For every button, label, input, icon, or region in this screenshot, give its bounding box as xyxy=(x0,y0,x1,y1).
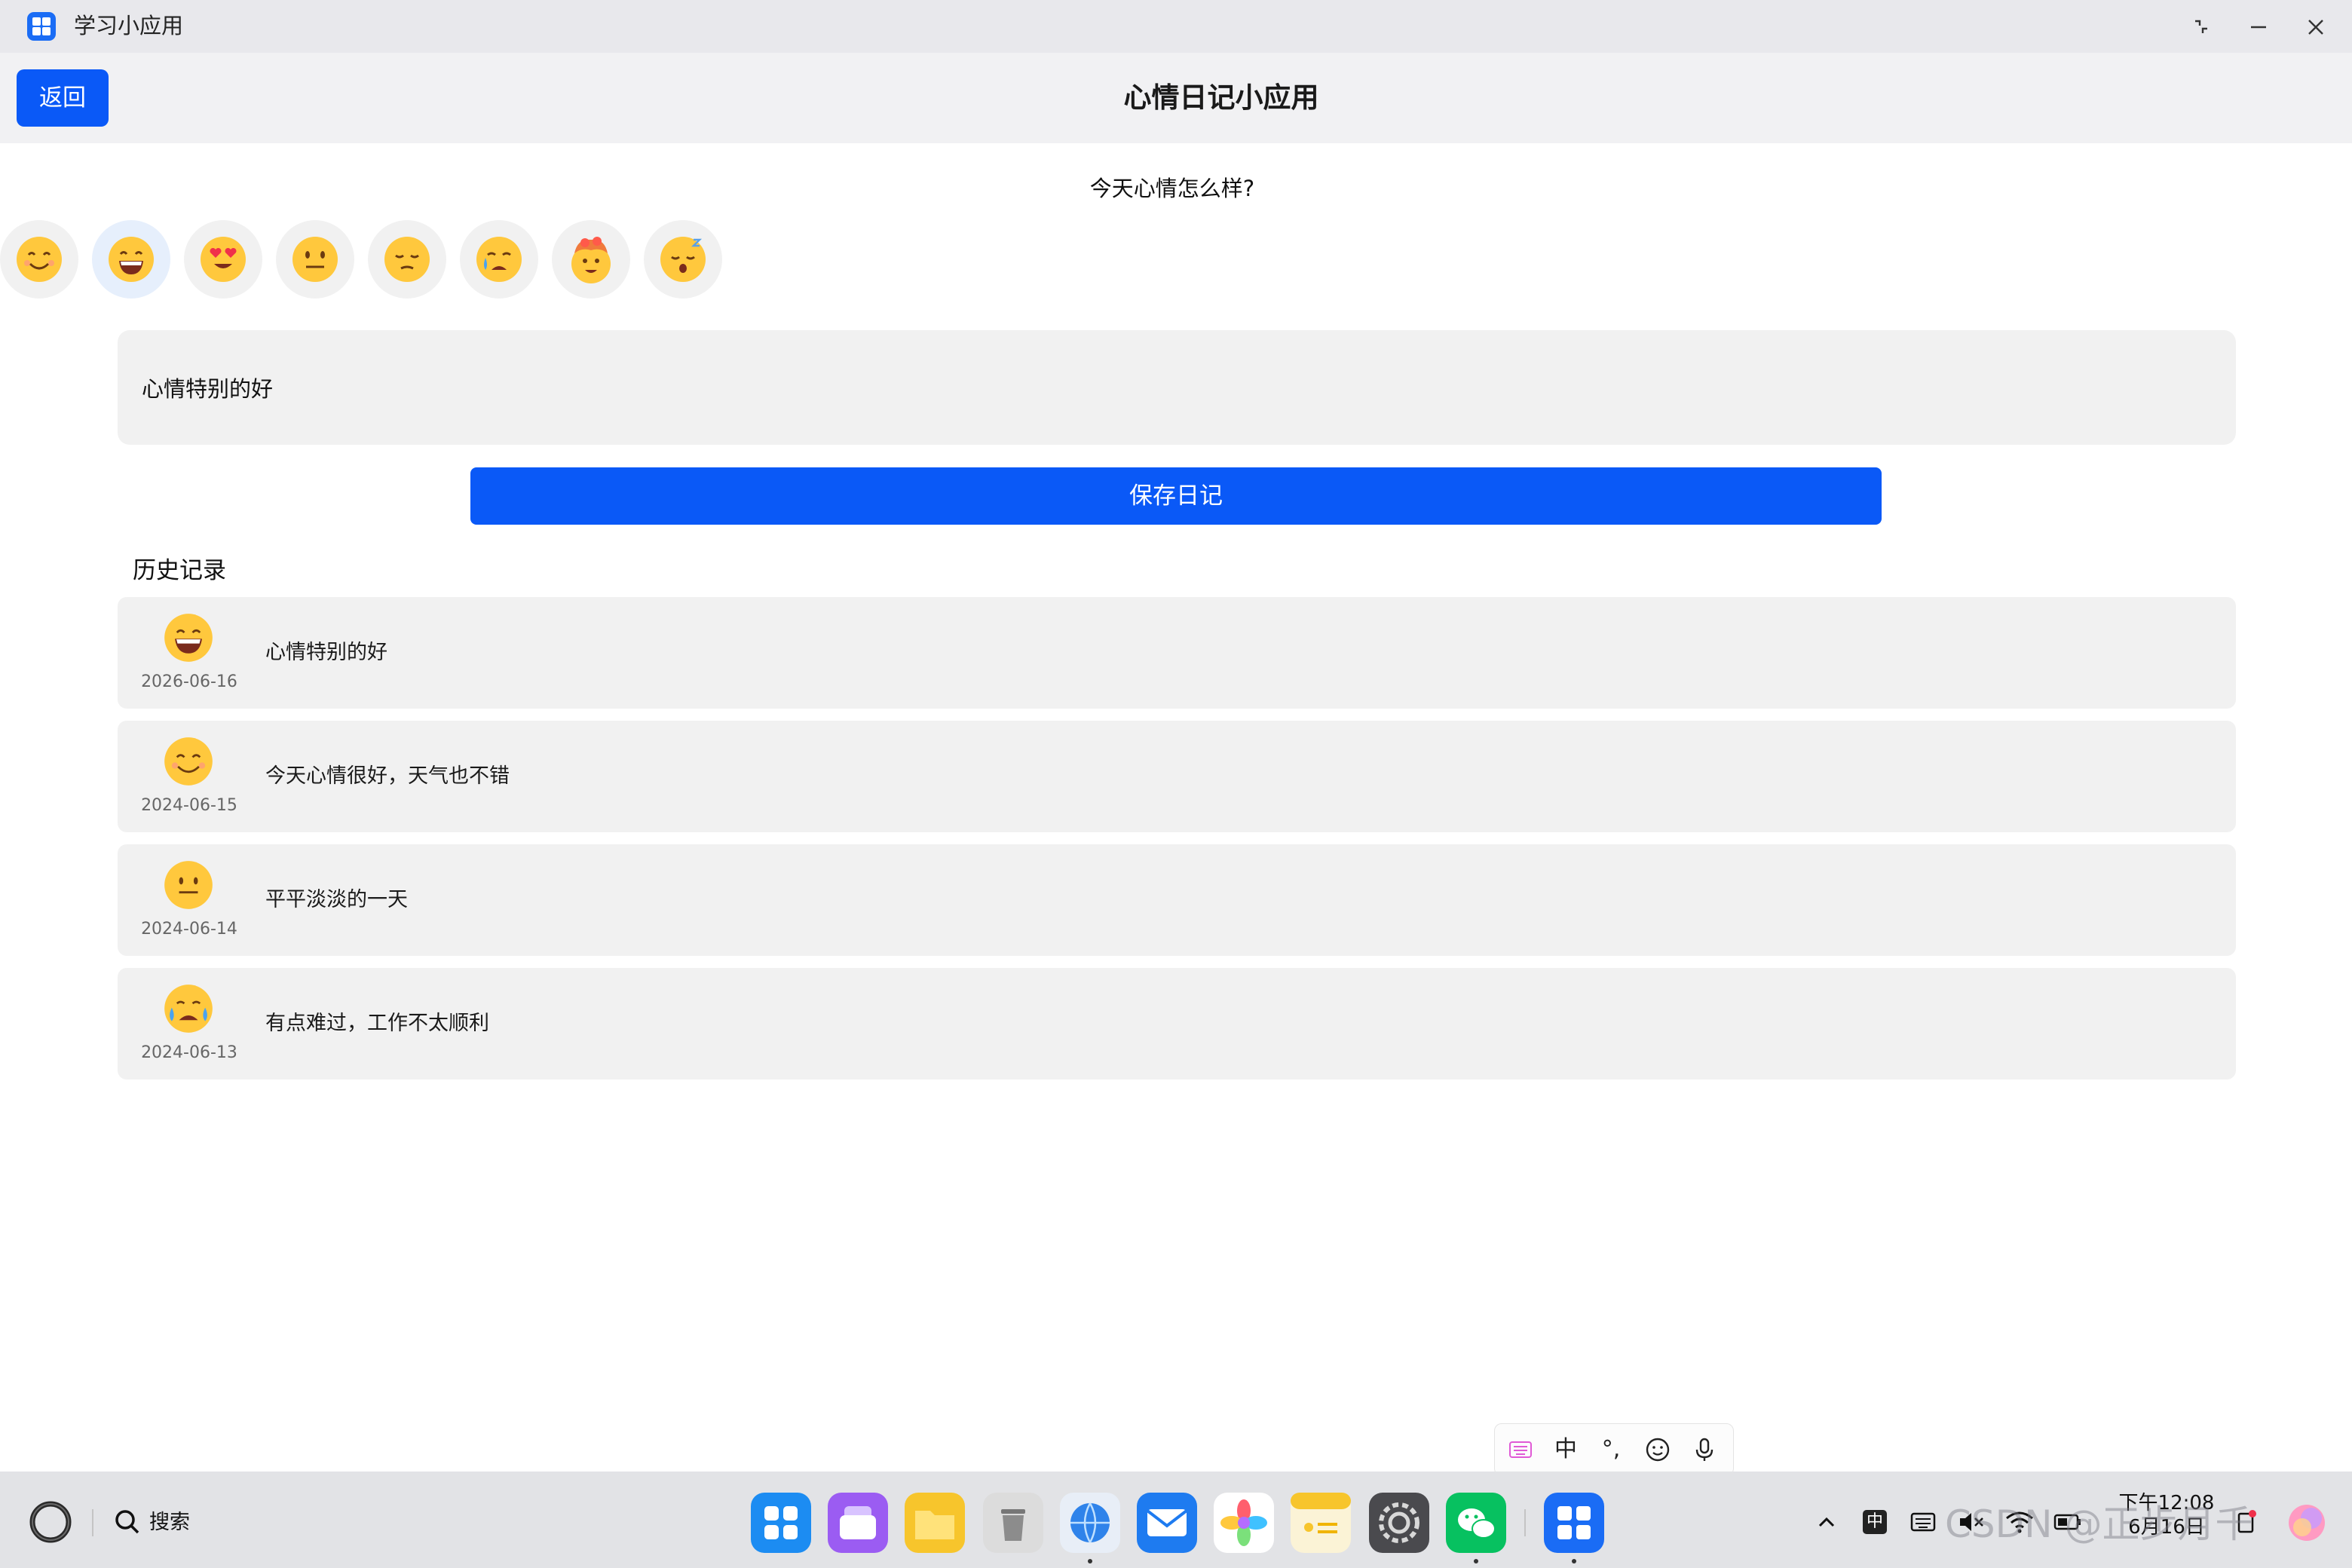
mood-option-smiling[interactable] xyxy=(0,220,78,299)
minimize-window-button[interactable] xyxy=(2242,11,2275,44)
neutral-face-icon xyxy=(161,858,216,912)
ime-toolbar: 中 °, xyxy=(1494,1423,1734,1476)
dock-files[interactable] xyxy=(905,1493,965,1553)
dock-trash[interactable] xyxy=(983,1493,1043,1553)
ime-keyboard-button[interactable] xyxy=(1502,1432,1539,1468)
running-indicator xyxy=(1088,1559,1092,1563)
history-item[interactable]: 2024-06-14 平平淡淡的一天 xyxy=(118,844,2236,956)
history-item[interactable]: 2026-06-16 心情特别的好 xyxy=(118,597,2236,709)
ime-voice-button[interactable] xyxy=(1686,1432,1723,1468)
app-icon xyxy=(27,12,56,41)
mail-icon xyxy=(1137,1493,1197,1553)
ime-chinese-mode-button[interactable]: 中 xyxy=(1548,1432,1584,1468)
window-title-bar: 学习小应用 xyxy=(0,0,2352,53)
close-window-button[interactable] xyxy=(2299,11,2332,44)
mood-picker xyxy=(0,220,739,302)
dock-launcher[interactable] xyxy=(751,1493,811,1553)
ime-punctuation-button[interactable]: °, xyxy=(1593,1432,1629,1468)
microphone-icon xyxy=(1695,1438,1713,1461)
crying-face-icon xyxy=(161,982,216,1036)
dock-gallery[interactable] xyxy=(1214,1493,1274,1553)
globe-icon xyxy=(1060,1493,1120,1553)
start-ring-icon xyxy=(29,1501,72,1543)
taskbar-divider xyxy=(92,1509,93,1536)
mood-question: 今天心情怎么样? xyxy=(1089,176,1255,201)
dock-mail[interactable] xyxy=(1137,1493,1197,1553)
history-list: 2026-06-16 心情特别的好 2024-06-15 今天心情很好，天气也不… xyxy=(118,597,2236,1092)
photos-icon xyxy=(1214,1493,1274,1553)
neutral-face-icon xyxy=(292,237,338,282)
start-button[interactable] xyxy=(26,1497,75,1547)
pensive-face-icon xyxy=(384,237,430,282)
history-item[interactable]: 2024-06-15 今天心情很好，天气也不错 xyxy=(118,721,2236,832)
chevron-up-icon xyxy=(1818,1517,1835,1527)
mood-option-neutral[interactable] xyxy=(276,220,354,299)
dock-wechat[interactable] xyxy=(1446,1493,1506,1553)
minimize-icon xyxy=(2251,26,2266,29)
assistant-orb-icon xyxy=(2289,1505,2325,1541)
page-header: 心情日记小应用 返回 xyxy=(0,53,2352,143)
history-text: 今天心情很好，天气也不错 xyxy=(265,764,510,788)
notes-icon xyxy=(1291,1493,1351,1553)
folder-icon xyxy=(905,1493,965,1553)
history-date: 2024-06-13 xyxy=(141,1043,237,1062)
dock-notes[interactable] xyxy=(1291,1493,1351,1553)
emoji-icon xyxy=(1646,1438,1670,1462)
keyboard-icon xyxy=(1509,1441,1532,1458)
taskbar-search-label: 搜索 xyxy=(149,1511,190,1534)
diary-text-input[interactable] xyxy=(118,330,2236,445)
grinning-face-icon xyxy=(109,237,154,282)
tray-ime-label: 中 xyxy=(1866,1512,1883,1531)
mood-option-heart-eyes[interactable] xyxy=(184,220,262,299)
ime-emoji-button[interactable] xyxy=(1640,1432,1676,1468)
app-grid-icon xyxy=(751,1493,811,1553)
history-text: 有点难过，工作不太顺利 xyxy=(265,1012,489,1035)
mood-option-pensive[interactable] xyxy=(368,220,446,299)
grinning-face-icon xyxy=(161,611,216,665)
mood-option-sleeping[interactable] xyxy=(644,220,722,299)
dock-study-app[interactable] xyxy=(1544,1493,1604,1553)
back-button[interactable]: 返回 xyxy=(17,69,109,127)
search-icon xyxy=(115,1510,139,1534)
running-indicator xyxy=(1474,1559,1478,1563)
crying-face-icon xyxy=(476,237,522,282)
keyboard-icon xyxy=(1910,1512,1936,1532)
taskbar-divider xyxy=(1524,1509,1526,1536)
exploding-head-face-icon xyxy=(571,237,611,283)
mood-option-exploding-head[interactable] xyxy=(552,220,630,299)
restore-window-button[interactable] xyxy=(2185,11,2218,44)
history-title: 历史记录 xyxy=(133,557,226,584)
tray-assistant-button[interactable] xyxy=(2284,1500,2329,1545)
history-text: 平平淡淡的一天 xyxy=(265,888,408,911)
gear-icon xyxy=(1369,1493,1429,1553)
page-title: 心情日记小应用 xyxy=(1123,81,1319,114)
history-date: 2026-06-16 xyxy=(141,672,237,691)
restore-icon xyxy=(2195,20,2207,33)
heart-eyes-face-icon xyxy=(201,237,246,282)
sleeping-face-icon xyxy=(660,237,706,282)
dock-multitask[interactable] xyxy=(828,1493,888,1553)
watermark: CSDN @正步月千 xyxy=(1945,1502,2253,1546)
wechat-icon xyxy=(1446,1493,1506,1553)
running-indicator xyxy=(1572,1559,1576,1563)
smiling-face-icon xyxy=(17,237,62,282)
tray-keyboard-button[interactable] xyxy=(1906,1505,1940,1539)
dock-browser[interactable] xyxy=(1060,1493,1120,1553)
history-item[interactable]: 2024-06-13 有点难过，工作不太顺利 xyxy=(118,968,2236,1080)
dock-settings[interactable] xyxy=(1369,1493,1429,1553)
trash-icon xyxy=(983,1493,1043,1553)
tray-ime-indicator[interactable]: 中 xyxy=(1857,1505,1892,1539)
history-date: 2024-06-15 xyxy=(141,796,237,815)
mood-option-grinning[interactable] xyxy=(92,220,170,299)
history-date: 2024-06-14 xyxy=(141,920,237,939)
smiling-face-icon xyxy=(161,734,216,789)
save-diary-button[interactable]: 保存日记 xyxy=(470,467,1882,525)
history-text: 心情特别的好 xyxy=(265,641,387,664)
app-grid-icon xyxy=(1544,1493,1604,1553)
tray-expand-button[interactable] xyxy=(1809,1505,1844,1539)
multitask-icon xyxy=(828,1493,888,1553)
window-app-title: 学习小应用 xyxy=(74,13,184,38)
close-icon xyxy=(2308,20,2323,35)
mood-option-crying[interactable] xyxy=(460,220,538,299)
